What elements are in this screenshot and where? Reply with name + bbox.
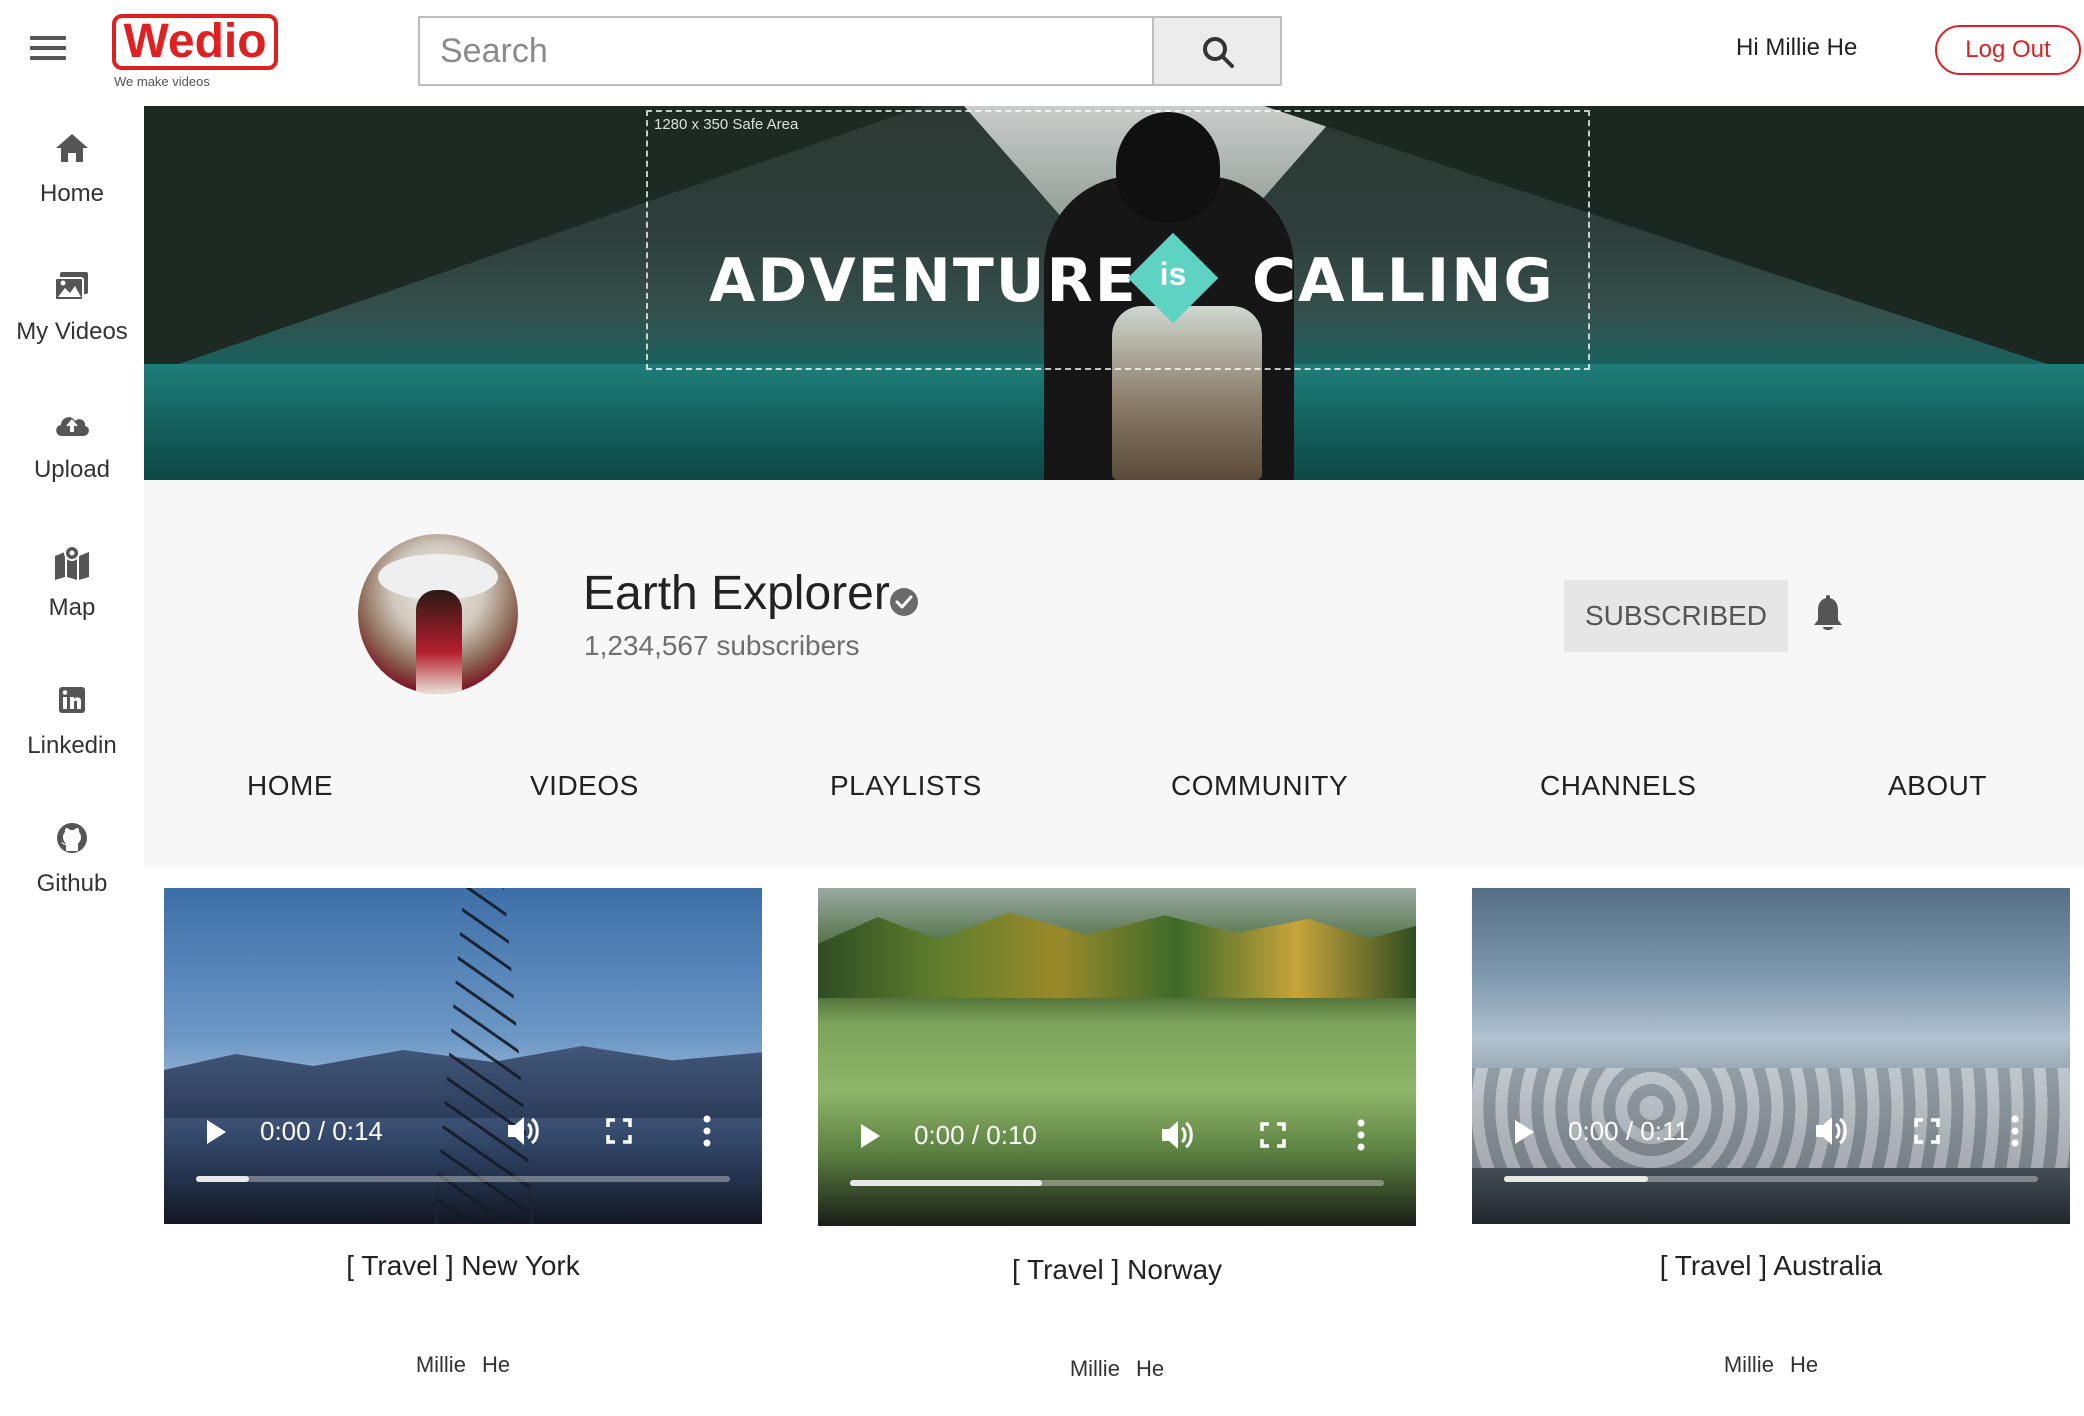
video-player[interactable]: 0:00 / 0:10	[818, 888, 1416, 1226]
subscribe-button[interactable]: SUBSCRIBED	[1564, 580, 1788, 652]
sidebar: Home My Videos Upload Map Linkedin Githu…	[0, 106, 144, 1416]
page: Wedio We make videos Hi Millie He Log Ou…	[0, 0, 2084, 1416]
video-time: 0:00 / 0:14	[260, 1116, 383, 1146]
channel-banner: 1280 x 350 Safe Area ADVENTURE is CALLIN…	[144, 106, 2084, 480]
video-author[interactable]: Millie He	[818, 1356, 1416, 1382]
logout-button[interactable]: Log Out	[1935, 25, 2081, 75]
avatar-figure	[416, 590, 462, 694]
search-button[interactable]	[1152, 16, 1282, 86]
video-time: 0:00 / 0:10	[914, 1120, 1037, 1150]
channel-header: Earth Explorer 1,234,567 subscribers SUB…	[144, 480, 2084, 868]
linkedin-icon	[59, 687, 85, 713]
video-controls: 0:00 / 0:11	[1472, 1104, 2070, 1224]
search-input[interactable]	[418, 16, 1154, 86]
volume-icon[interactable]	[1814, 1114, 1850, 1148]
video-card: 0:00 / 0:11 [ Travel ] Australia Millie …	[1472, 888, 2070, 1416]
sidebar-item-label: Map	[48, 594, 96, 621]
bell-icon[interactable]	[1810, 594, 1846, 634]
video-title[interactable]: [ Travel ] New York	[164, 1250, 762, 1282]
sidebar-item-label: Github	[36, 870, 108, 897]
search-bar	[418, 16, 1282, 86]
sidebar-item-label: My Videos	[16, 318, 128, 345]
subscriber-count: 1,234,567 subscribers	[584, 630, 860, 661]
video-progress-fill	[850, 1180, 1043, 1186]
sidebar-item-label: Linkedin	[27, 732, 117, 759]
volume-icon[interactable]	[1160, 1118, 1196, 1152]
top-bar: Wedio We make videos Hi Millie He Log Ou…	[0, 0, 2084, 106]
sidebar-item-home[interactable]: Home	[0, 106, 144, 236]
logo[interactable]: Wedio We make videos	[112, 12, 278, 90]
play-icon[interactable]	[204, 1118, 228, 1146]
play-icon[interactable]	[858, 1122, 882, 1150]
search-icon	[1203, 37, 1234, 68]
github-icon	[57, 823, 87, 853]
more-options-icon[interactable]	[1356, 1118, 1366, 1152]
video-card: 0:00 / 0:14 [ Travel ] New York Millie H…	[164, 888, 762, 1416]
tab-channels[interactable]: CHANNELS	[1540, 770, 1696, 802]
video-progress-bar[interactable]	[196, 1176, 730, 1182]
sidebar-item-github[interactable]: Github	[0, 796, 144, 926]
fullscreen-icon[interactable]	[1914, 1118, 1940, 1144]
home-icon	[56, 134, 88, 162]
more-options-icon[interactable]	[2010, 1114, 2020, 1148]
tab-videos[interactable]: VIDEOS	[530, 770, 639, 802]
photos-icon	[54, 272, 88, 301]
channel-name: Earth Explorer	[583, 567, 890, 620]
user-greeting: Hi Millie He	[1736, 34, 1858, 61]
safe-area-guide	[646, 110, 1590, 370]
video-controls: 0:00 / 0:10	[818, 1108, 1416, 1226]
channel-avatar[interactable]	[358, 534, 518, 694]
sidebar-item-label: Home	[39, 180, 105, 207]
fullscreen-icon[interactable]	[1260, 1122, 1286, 1148]
sidebar-item-upload[interactable]: Upload	[0, 382, 144, 512]
tab-about[interactable]: ABOUT	[1888, 770, 1987, 802]
cloud-upload-icon	[56, 417, 89, 436]
video-progress-bar[interactable]	[1504, 1176, 2038, 1182]
video-progress-bar[interactable]	[850, 1180, 1384, 1186]
play-icon[interactable]	[1512, 1118, 1536, 1146]
video-title[interactable]: [ Travel ] Australia	[1472, 1250, 2070, 1282]
more-options-icon[interactable]	[702, 1114, 712, 1148]
logo-tagline: We make videos	[114, 74, 210, 89]
channel-tabs: HOME VIDEOS PLAYLISTS COMMUNITY CHANNELS…	[144, 770, 2084, 830]
video-author[interactable]: Millie He	[164, 1352, 762, 1378]
thumb-trees	[818, 912, 1416, 998]
volume-icon[interactable]	[506, 1114, 542, 1148]
banner-headline-right: CALLING	[1252, 246, 1555, 316]
menu-icon[interactable]	[30, 36, 66, 64]
tab-community[interactable]: COMMUNITY	[1171, 770, 1348, 802]
sidebar-item-linkedin[interactable]: Linkedin	[0, 658, 144, 788]
video-author[interactable]: Millie He	[1472, 1352, 2070, 1378]
video-controls: 0:00 / 0:14	[164, 1104, 762, 1224]
banner-headline-mid: is	[1159, 256, 1187, 292]
logo-text: Wedio	[112, 14, 278, 70]
video-time: 0:00 / 0:11	[1568, 1116, 1689, 1146]
sidebar-item-my-videos[interactable]: My Videos	[0, 244, 144, 374]
sidebar-item-label: Upload	[33, 456, 111, 483]
sidebar-item-map[interactable]: Map	[0, 520, 144, 650]
tab-home[interactable]: HOME	[247, 770, 333, 802]
video-player[interactable]: 0:00 / 0:14	[164, 888, 762, 1224]
safe-area-label: 1280 x 350 Safe Area	[654, 116, 799, 133]
video-progress-fill	[196, 1176, 250, 1182]
video-player[interactable]: 0:00 / 0:11	[1472, 888, 2070, 1224]
video-progress-fill	[1504, 1176, 1649, 1182]
banner-headline-left: ADVENTURE	[709, 246, 1138, 316]
video-title[interactable]: [ Travel ] Norway	[818, 1254, 1416, 1286]
video-card: 0:00 / 0:10 [ Travel ] Norway Millie He	[818, 888, 1416, 1416]
map-icon	[55, 545, 89, 580]
fullscreen-icon[interactable]	[606, 1118, 632, 1144]
verified-icon	[890, 588, 918, 616]
tab-playlists[interactable]: PLAYLISTS	[830, 770, 982, 802]
